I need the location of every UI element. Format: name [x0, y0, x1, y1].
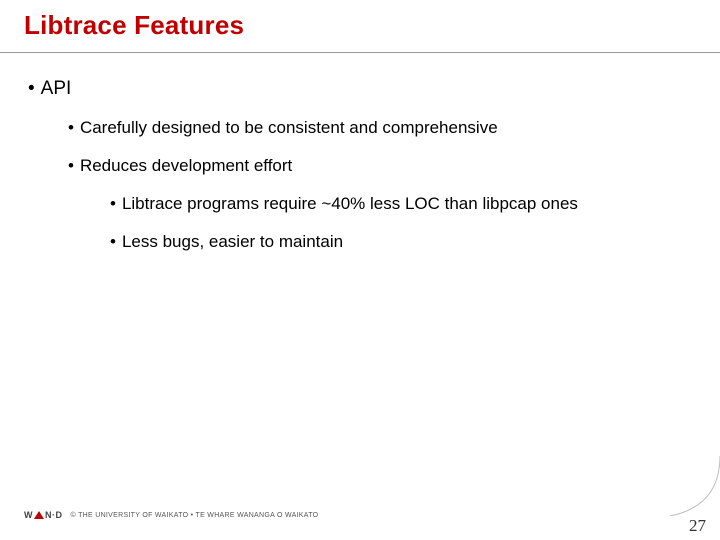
bullet-text: Reduces development effort [80, 156, 292, 176]
bullet-text: Libtrace programs require ~40% less LOC … [122, 194, 578, 214]
logo-text-left: W [24, 510, 33, 520]
bullet-text: Carefully designed to be consistent and … [80, 118, 498, 138]
bullet-level1: • API [28, 78, 696, 100]
bullet-level2: • Carefully designed to be consistent an… [68, 118, 696, 138]
triangle-icon [34, 511, 44, 519]
wand-logo: W N·D [24, 510, 63, 520]
slide: Libtrace Features • API • Carefully desi… [0, 0, 720, 540]
slide-body: • API • Carefully designed to be consist… [24, 78, 696, 270]
copyright-text: © THE UNIVERSITY OF WAIKATO • TE WHARE W… [71, 512, 319, 519]
slide-footer: W N·D © THE UNIVERSITY OF WAIKATO • TE W… [24, 510, 318, 520]
bullet-level3: • Less bugs, easier to maintain [110, 232, 696, 252]
slide-title: Libtrace Features [24, 10, 696, 41]
bullet-dot-icon: • [110, 194, 116, 214]
bullet-level2: • Reduces development effort [68, 156, 696, 176]
bullet-dot-icon: • [28, 78, 35, 100]
bullet-dot-icon: • [68, 118, 74, 138]
page-number: 27 [689, 516, 706, 536]
bullet-dot-icon: • [68, 156, 74, 176]
bullet-text: API [41, 78, 72, 100]
title-divider [0, 52, 720, 53]
logo-text-right: N·D [45, 510, 63, 520]
bullet-level3: • Libtrace programs require ~40% less LO… [110, 194, 696, 214]
bullet-dot-icon: • [110, 232, 116, 252]
corner-curl-icon [660, 456, 720, 516]
bullet-text: Less bugs, easier to maintain [122, 232, 343, 252]
